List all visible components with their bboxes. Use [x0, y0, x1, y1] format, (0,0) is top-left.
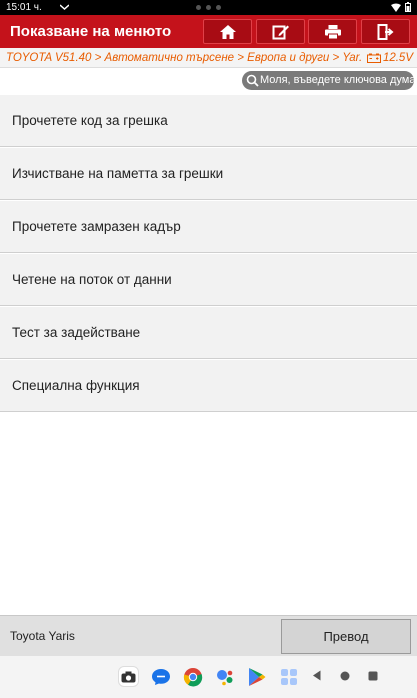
translate-button-label: Превод	[323, 629, 369, 644]
menu-item-special-function[interactable]: Специална функция	[0, 359, 417, 412]
search-icon	[246, 74, 259, 87]
menu-item-label: Тест за задействане	[12, 325, 141, 340]
system-nav-bar	[0, 656, 417, 698]
exit-button[interactable]	[361, 19, 410, 44]
assistant-app-icon[interactable]	[214, 666, 235, 687]
camera-app-icon[interactable]	[118, 666, 139, 687]
chrome-app-icon[interactable]	[182, 666, 203, 687]
battery-voltage: 12.5V	[366, 48, 413, 68]
play-store-app-icon[interactable]	[246, 666, 267, 687]
voltage-value: 12.5V	[382, 52, 413, 64]
search-row: Моля, въведете ключова дума	[0, 68, 417, 94]
app-drawer-icon[interactable]	[278, 666, 299, 687]
status-bar: 15:01 ч.	[0, 0, 417, 15]
notification-icon	[60, 4, 69, 11]
breadcrumb-path: TOYOTA V51.40 > Автоматично търсене > Ев…	[6, 52, 361, 64]
search-input[interactable]: Моля, въведете ключова дума	[242, 71, 414, 90]
page-title: Показване на менюто	[10, 23, 172, 40]
edit-button[interactable]	[256, 19, 305, 44]
nav-keys	[312, 670, 378, 681]
function-menu: Прочетете код за грешка Изчистване на па…	[0, 94, 417, 412]
wifi-icon	[391, 3, 401, 12]
footer-bar: Toyota Yaris Превод	[0, 615, 417, 656]
app-dock	[118, 666, 299, 687]
car-battery-icon	[366, 53, 381, 63]
back-icon[interactable]	[312, 670, 322, 681]
menu-item-actuation-test[interactable]: Тест за задействане	[0, 306, 417, 359]
vehicle-name: Toyota Yaris	[10, 629, 75, 643]
menu-item-clear-fault-memory[interactable]: Изчистване на паметта за грешки	[0, 147, 417, 200]
battery-icon	[405, 2, 411, 12]
home-icon	[219, 24, 236, 39]
messages-app-icon[interactable]	[150, 666, 171, 687]
menu-item-read-fault-codes[interactable]: Прочетете код за грешка	[0, 94, 417, 147]
menu-item-label: Прочетете код за грешка	[12, 113, 168, 128]
home-button[interactable]	[203, 19, 252, 44]
exit-icon	[377, 23, 394, 40]
recents-icon[interactable]	[368, 671, 378, 681]
app-screen: 15:01 ч. Показване на менюто TOYOTA V51.…	[0, 0, 417, 698]
breadcrumb: TOYOTA V51.40 > Автоматично търсене > Ев…	[0, 48, 417, 68]
print-icon	[324, 24, 341, 39]
menu-item-label: Прочетете замразен кадър	[12, 219, 181, 234]
home-nav-icon[interactable]	[340, 671, 350, 681]
menu-item-label: Изчистване на паметта за грешки	[12, 166, 224, 181]
menu-item-read-freeze-frame[interactable]: Прочетете замразен кадър	[0, 200, 417, 253]
menu-item-read-data-stream[interactable]: Четене на поток от данни	[0, 253, 417, 306]
status-icons	[391, 2, 411, 12]
search-placeholder: Моля, въведете ключова дума	[260, 74, 414, 86]
translate-button[interactable]: Превод	[281, 619, 411, 654]
menu-item-label: Четене на поток от данни	[12, 272, 172, 287]
app-bar: Показване на менюто	[0, 15, 417, 48]
status-time: 15:01 ч.	[6, 2, 42, 13]
edit-icon	[272, 25, 289, 39]
print-button[interactable]	[308, 19, 357, 44]
camera-dots	[196, 5, 221, 10]
menu-item-label: Специална функция	[12, 378, 140, 393]
